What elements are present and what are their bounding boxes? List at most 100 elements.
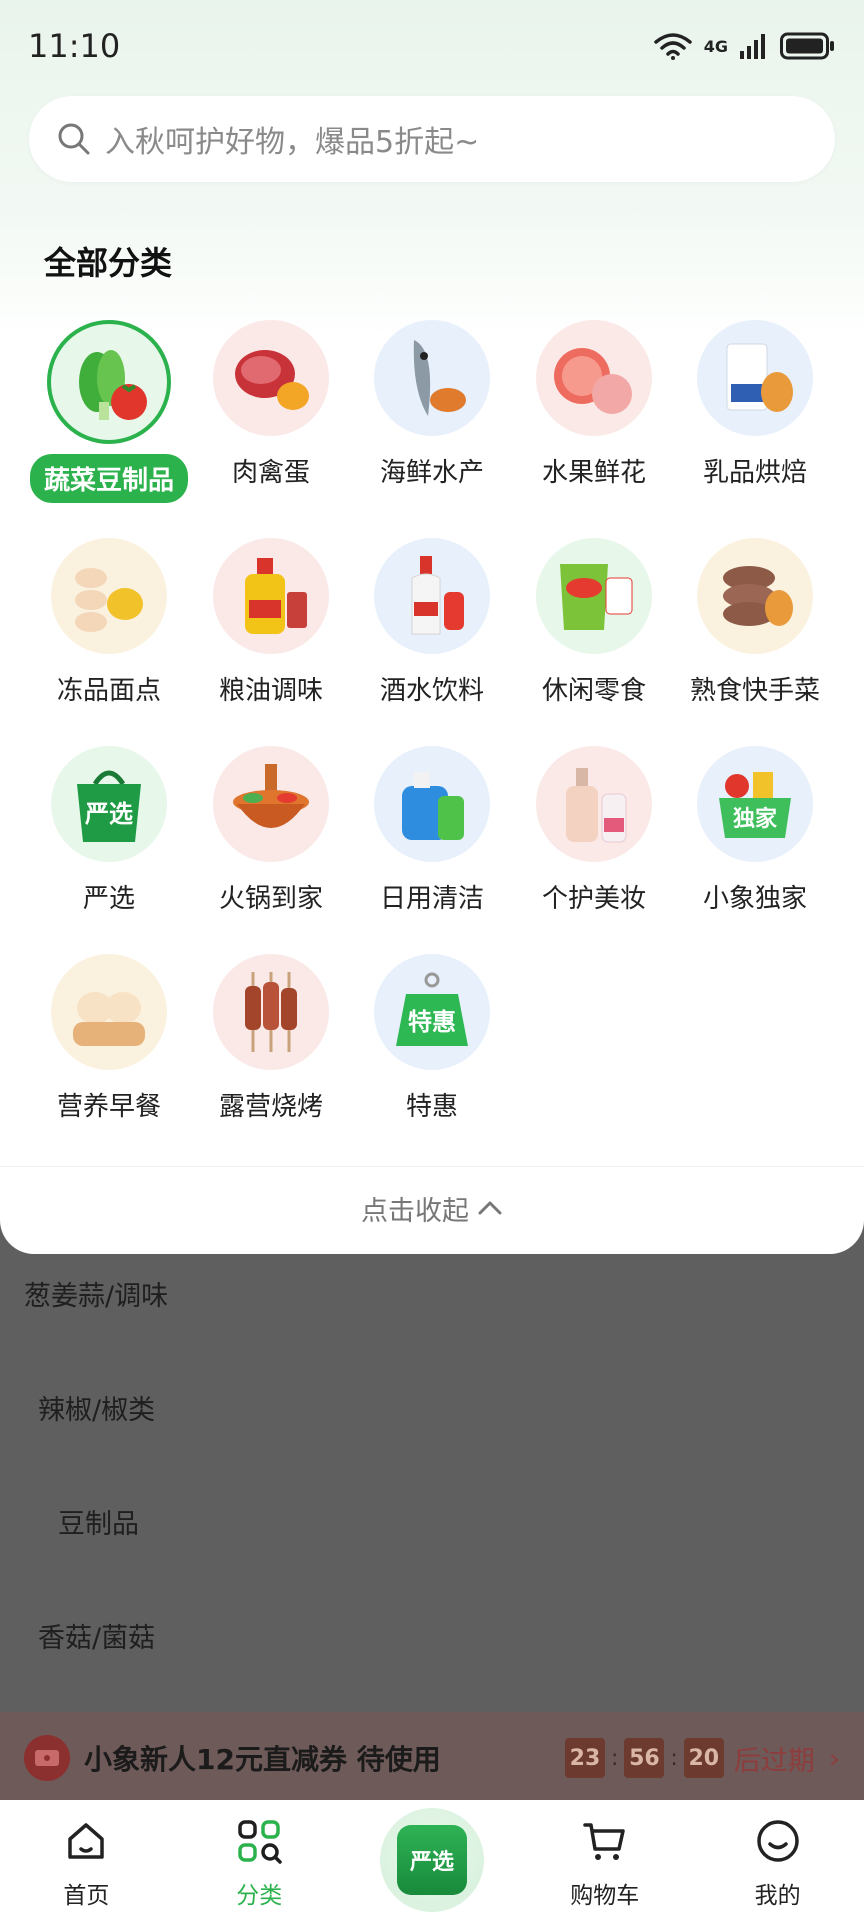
chevron-right-icon: › xyxy=(828,1741,840,1775)
category-grid-icon xyxy=(232,1814,286,1868)
tab-mine[interactable]: 我的 xyxy=(718,1814,838,1910)
category-label: 海鲜水产 xyxy=(379,458,484,488)
category-item[interactable]: 营养早餐 xyxy=(28,954,190,1123)
category-label: 小象独家 xyxy=(702,884,807,914)
subcategory-item[interactable]: 葱姜蒜/调味 xyxy=(24,1274,168,1313)
tab-mine-label: 我的 xyxy=(754,1883,801,1909)
svg-text:特惠: 特惠 xyxy=(408,1008,456,1036)
category-label: 营养早餐 xyxy=(56,1092,161,1122)
tab-home[interactable]: 首页 xyxy=(26,1814,146,1910)
smile-icon xyxy=(751,1814,805,1868)
section-title: 全部分类 xyxy=(44,244,173,282)
signal-icon xyxy=(740,34,765,59)
snacks-icon xyxy=(536,538,652,654)
timer-minutes: 56 xyxy=(624,1738,665,1778)
search-bar[interactable]: 入秋呵护好物，爆品5折起~ xyxy=(29,96,835,182)
home-icon xyxy=(59,1814,113,1868)
category-item[interactable]: 熟食快手菜 xyxy=(674,538,836,707)
tab-home-label: 首页 xyxy=(63,1883,110,1909)
category-label: 蔬菜豆制品 xyxy=(29,454,188,503)
yanxuan-bag-icon: 严选 xyxy=(396,1825,467,1895)
status-time: 11:10 xyxy=(28,27,121,65)
battery-icon xyxy=(780,32,834,60)
dairy-bakery-icon xyxy=(697,320,813,436)
coupon-icon xyxy=(24,1735,70,1781)
frozen-dumpling-icon xyxy=(51,538,167,654)
fruit-icon xyxy=(536,320,652,436)
chevron-up-icon xyxy=(478,1201,502,1215)
category-label: 肉禽蛋 xyxy=(231,458,310,488)
category-label: 酒水饮料 xyxy=(379,676,484,706)
tab-category[interactable]: 分类 xyxy=(199,1814,319,1910)
subcategory-item[interactable]: 豆制品 xyxy=(58,1502,139,1541)
category-label: 熟食快手菜 xyxy=(689,676,820,706)
category-label: 火锅到家 xyxy=(218,884,323,914)
category-label: 特惠 xyxy=(405,1092,458,1122)
category-item[interactable]: 个护美妆 xyxy=(513,746,675,915)
coupon-text: 小象新人12元直减券 待使用 xyxy=(84,1743,441,1776)
category-panel: 11:10 4G 入秋呵护好物，爆品5折起~ 全部分类 蔬菜豆制品 肉禽蛋 海鲜… xyxy=(0,0,864,1254)
category-label: 水果鲜花 xyxy=(541,458,646,488)
collapse-button[interactable]: 点击收起 xyxy=(0,1168,864,1248)
tab-cart-label: 购物车 xyxy=(570,1883,640,1909)
drinks-icon xyxy=(374,538,490,654)
search-placeholder: 入秋呵护好物，爆品5折起~ xyxy=(105,125,480,160)
bottom-tab-bar: 首页 分类 严选 购物车 我的 xyxy=(0,1800,864,1920)
tab-yanxuan[interactable]: 严选 xyxy=(372,1808,492,1912)
oil-seasoning-icon xyxy=(213,538,329,654)
category-item[interactable]: 海鲜水产 xyxy=(351,320,513,489)
subcategory-item[interactable]: 香菇/菌菇 xyxy=(38,1616,155,1655)
category-item[interactable]: 露营烧烤 xyxy=(190,954,352,1123)
network-type: 4G xyxy=(703,36,728,56)
category-label: 严选 xyxy=(82,884,135,914)
breakfast-icon xyxy=(51,954,167,1070)
svg-text:严选: 严选 xyxy=(85,800,133,828)
category-item[interactable]: 独家 小象独家 xyxy=(674,746,836,915)
special-offer-icon: 特惠 xyxy=(374,954,490,1070)
category-item[interactable]: 日用清洁 xyxy=(351,746,513,915)
new-user-coupon-bar[interactable]: 小象新人12元直减券 待使用 23 : 56 : 20 后过期 › xyxy=(0,1712,864,1804)
category-item[interactable]: 水果鲜花 xyxy=(513,320,675,489)
cleaning-icon xyxy=(374,746,490,862)
category-item[interactable]: 粮油调味 xyxy=(190,538,352,707)
beauty-icon xyxy=(536,746,652,862)
collapse-label: 点击收起 xyxy=(361,1195,469,1227)
category-label: 个护美妆 xyxy=(541,884,646,914)
deli-icon xyxy=(697,538,813,654)
timer-seconds: 20 xyxy=(683,1738,724,1778)
category-label: 休闲零食 xyxy=(541,676,646,706)
tab-category-label: 分类 xyxy=(236,1883,283,1909)
hotpot-icon xyxy=(213,746,329,862)
category-item[interactable]: 冻品面点 xyxy=(28,538,190,707)
timer-hours: 23 xyxy=(564,1738,605,1778)
vegetables-icon xyxy=(47,320,171,444)
divider xyxy=(0,1166,864,1167)
category-label: 冻品面点 xyxy=(56,676,161,706)
category-label: 乳品烘焙 xyxy=(702,458,807,488)
cart-icon xyxy=(578,1814,632,1868)
countdown-timer: 23 : 56 : 20 xyxy=(564,1738,724,1778)
yanxuan-center-button: 严选 xyxy=(379,1808,484,1912)
exclusive-basket-icon: 独家 xyxy=(697,746,813,862)
wifi-icon xyxy=(653,33,692,60)
category-item[interactable]: 火锅到家 xyxy=(190,746,352,915)
tab-cart[interactable]: 购物车 xyxy=(545,1814,665,1910)
bbq-icon xyxy=(213,954,329,1070)
search-icon xyxy=(58,123,90,155)
category-label: 日用清洁 xyxy=(379,884,484,914)
svg-text:独家: 独家 xyxy=(733,806,778,832)
status-bar: 11:10 4G xyxy=(28,26,836,66)
category-item[interactable]: 特惠 特惠 xyxy=(351,954,513,1123)
category-item[interactable]: 休闲零食 xyxy=(513,538,675,707)
category-label: 露营烧烤 xyxy=(218,1092,323,1122)
category-label: 粮油调味 xyxy=(218,676,323,706)
expire-label: 后过期 xyxy=(733,1745,815,1777)
subcategory-item[interactable]: 辣椒/椒类 xyxy=(38,1388,155,1427)
category-item[interactable]: 肉禽蛋 xyxy=(190,320,352,489)
category-item[interactable]: 严选 严选 xyxy=(28,746,190,915)
meat-egg-icon xyxy=(213,320,329,436)
category-item[interactable]: 蔬菜豆制品 xyxy=(28,320,190,503)
category-item[interactable]: 酒水饮料 xyxy=(351,538,513,707)
category-item[interactable]: 乳品烘焙 xyxy=(674,320,836,489)
seafood-icon xyxy=(374,320,490,436)
